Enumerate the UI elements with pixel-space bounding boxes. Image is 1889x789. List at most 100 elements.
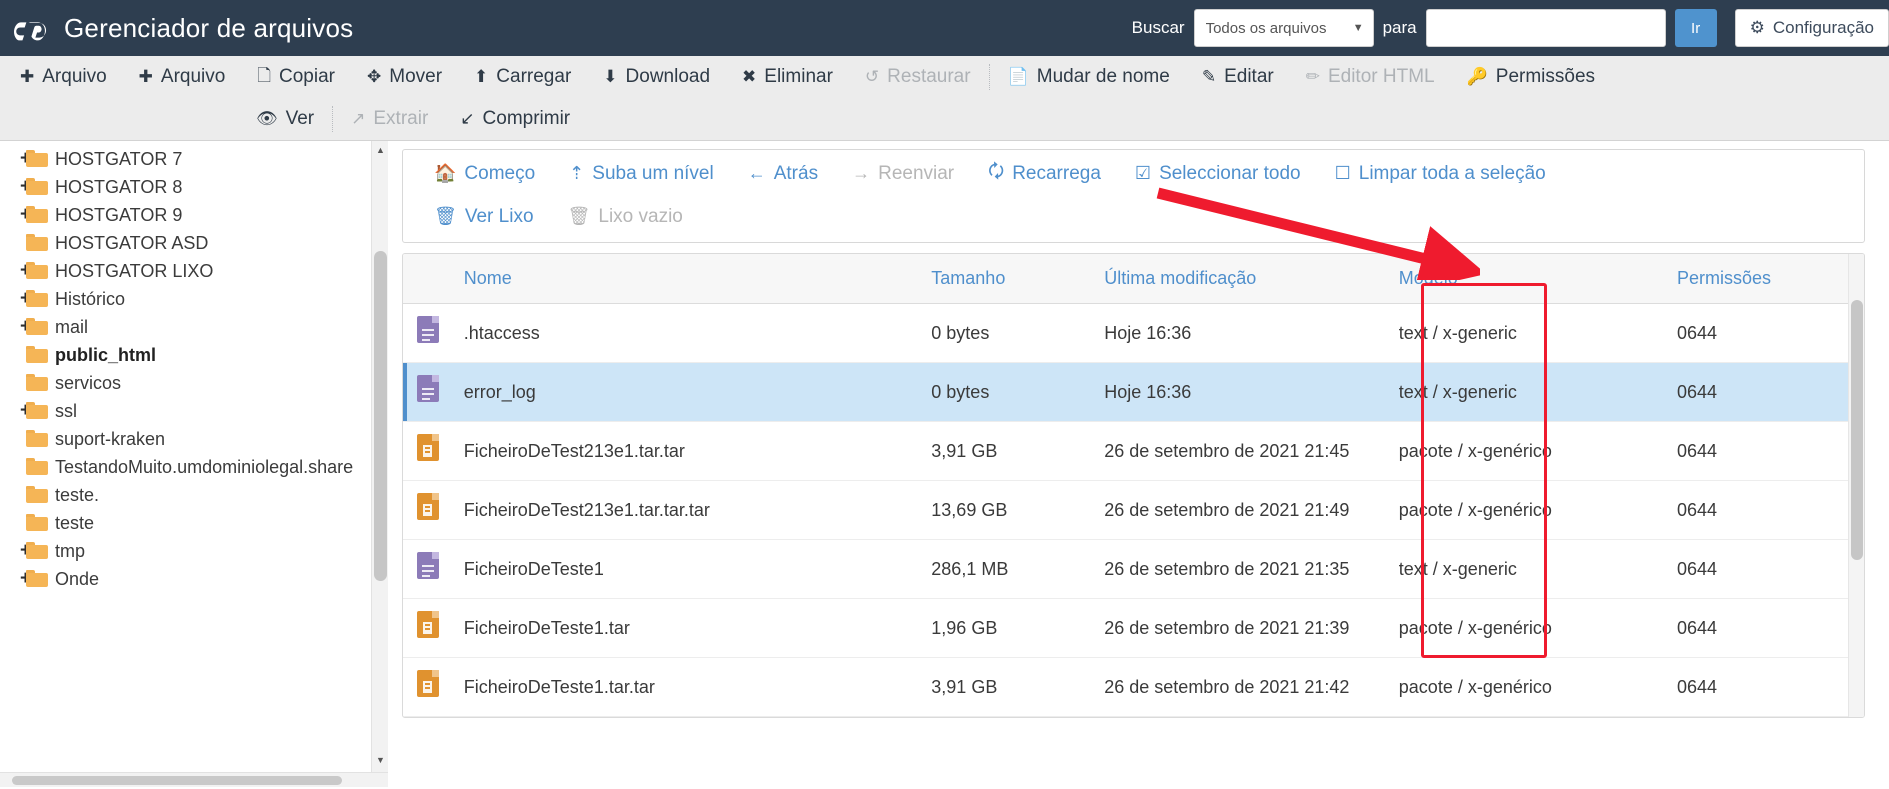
sidebar-item-suport-kraken[interactable]: + suport-kraken — [0, 425, 388, 453]
toolbar-delete-button[interactable]: ✖ Eliminar — [726, 56, 849, 98]
col-permissions-header[interactable]: Permissões — [1676, 254, 1864, 304]
row-permissions[interactable]: 0644 — [1676, 421, 1864, 481]
search-for-label: para — [1382, 18, 1417, 37]
row-permissions[interactable]: 0644 — [1676, 657, 1864, 717]
toolbar-rename-button[interactable]: 📄 Mudar de nome — [992, 56, 1186, 98]
expand-plus-icon[interactable]: + — [0, 175, 31, 199]
row-permissions[interactable]: 0644 — [1676, 362, 1864, 422]
expand-plus-icon[interactable]: + — [0, 259, 31, 283]
sidebar-item-testandomuito[interactable]: + TestandoMuito.umdominiolegal.share — [0, 453, 388, 481]
folder-icon — [26, 486, 48, 503]
sidebar-item-tmp[interactable]: + tmp — [0, 537, 388, 565]
expand-plus-icon[interactable]: + — [0, 399, 31, 423]
scroll-up-icon[interactable]: ▲ — [372, 141, 388, 158]
toolbar-new-file-button[interactable]: ✚ Arquivo — [4, 56, 123, 98]
nav-home-button[interactable]: 🏠 Começo — [417, 163, 552, 185]
toolbar-download-button[interactable]: ⬇ Download — [587, 56, 726, 98]
folder-icon — [26, 234, 48, 251]
toolbar-move-button[interactable]: ✥ Mover — [351, 56, 458, 98]
sidebar-item-mail[interactable]: + mail — [0, 313, 388, 341]
table-row[interactable]: FicheiroDeTest213e1.tar.tar 3,91 GB 26 d… — [403, 421, 1864, 481]
row-name[interactable]: FicheiroDeTest213e1.tar.tar.tar — [463, 480, 932, 540]
sidebar-item-public-html[interactable]: + public_html — [0, 341, 388, 369]
scroll-down-icon[interactable]: ▼ — [372, 751, 388, 768]
sidebar-scroll-thumb[interactable] — [374, 251, 387, 581]
row-name[interactable]: FicheiroDeTeste1 — [463, 539, 932, 599]
toolbar-copy-button[interactable]: 🗋 Copiar — [241, 56, 351, 98]
toolbar-view-button[interactable]: 👁 Ver — [240, 98, 330, 140]
sidebar-item-hostgator-asd[interactable]: + HOSTGATOR ASD — [0, 229, 388, 257]
toolbar-item-label: Arquivo — [160, 66, 226, 87]
cpanel-logo-icon — [14, 22, 47, 41]
main-toolbar: ✚ Arquivo ✚ Arquivo 🗋 Copiar ✥ Mover ⬆ C… — [0, 56, 1889, 141]
row-permissions[interactable]: 0644 — [1676, 598, 1864, 658]
sidebar-item-hostgator-7[interactable]: + HOSTGATOR 7 — [0, 145, 388, 173]
toolbar-compress-button[interactable]: ↙ Comprimir — [444, 98, 586, 140]
sidebar-item-hostgator-8[interactable]: + HOSTGATOR 8 — [0, 173, 388, 201]
row-size: 286,1 MB — [931, 539, 1105, 599]
sidebar-item-servicos[interactable]: + servicos — [0, 369, 388, 397]
expand-plus-icon[interactable]: + — [0, 315, 31, 339]
search-go-button[interactable]: Ir — [1674, 9, 1717, 47]
table-row[interactable]: .htaccess 0 bytes Hoje 16:36 text / x-ge… — [403, 303, 1864, 363]
row-type: pacote / x-genérico — [1398, 657, 1677, 717]
table-vertical-scrollbar[interactable] — [1848, 254, 1864, 717]
row-name[interactable]: FicheiroDeTest213e1.tar.tar — [463, 421, 932, 481]
settings-button[interactable]: ⚙ Configuração — [1734, 9, 1889, 47]
sidebar-item-teste-dot[interactable]: + teste. — [0, 481, 388, 509]
file-icon: 📄 — [1007, 67, 1029, 86]
row-name[interactable]: error_log — [463, 362, 932, 422]
sidebar-hscroll-thumb[interactable] — [12, 776, 342, 785]
col-modified-header[interactable]: Última modificação — [1104, 254, 1399, 304]
row-permissions[interactable]: 0644 — [1676, 303, 1864, 363]
toolbar-upload-button[interactable]: ⬆ Carregar — [458, 56, 587, 98]
row-permissions[interactable]: 0644 — [1676, 480, 1864, 540]
search-scope-select[interactable]: Todos os arquivos — [1193, 9, 1374, 47]
sidebar-item-hostgator-9[interactable]: + HOSTGATOR 9 — [0, 201, 388, 229]
nav-forward-button: → Reenviar — [835, 163, 971, 185]
col-type-header[interactable]: Modelo — [1398, 254, 1677, 304]
search-input[interactable] — [1425, 9, 1666, 47]
row-name[interactable]: .htaccess — [463, 303, 932, 363]
toolbar-edit-button[interactable]: ✎ Editar — [1186, 56, 1290, 98]
sidebar-item-hostgator-lixo[interactable]: + HOSTGATOR LIXO — [0, 257, 388, 285]
expand-plus-icon[interactable]: + — [0, 287, 31, 311]
sidebar-item-historico[interactable]: + Histórico — [0, 285, 388, 313]
col-name-header[interactable]: Nome — [463, 254, 932, 304]
row-size: 13,69 GB — [931, 480, 1105, 540]
sidebar-item-onde[interactable]: + Onde — [0, 565, 388, 593]
toolbar-item-label: Permissões — [1495, 66, 1596, 87]
expand-plus-icon[interactable]: + — [0, 147, 31, 171]
sidebar-vertical-scrollbar[interactable]: ▲ ▼ — [371, 141, 388, 787]
trash-icon: 🗑 — [434, 206, 457, 226]
sidebar-horizontal-scrollbar[interactable] — [0, 772, 388, 787]
nav-up-one-level-button[interactable]: ⇡ Suba um nível — [552, 163, 731, 185]
row-name[interactable]: FicheiroDeTeste1.tar.tar — [463, 657, 932, 717]
table-row[interactable]: error_log 0 bytes Hoje 16:36 text / x-ge… — [403, 362, 1864, 422]
sidebar-item-teste[interactable]: + teste — [0, 509, 388, 537]
table-row[interactable]: FicheiroDeTest213e1.tar.tar.tar 13,69 GB… — [403, 480, 1864, 540]
toolbar-permissions-button[interactable]: 🔑 Permissões — [1451, 56, 1611, 98]
table-row[interactable]: FicheiroDeTeste1.tar.tar 3,91 GB 26 de s… — [403, 657, 1864, 717]
sidebar-item-label: HOSTGATOR 8 — [55, 177, 183, 197]
table-scroll-thumb[interactable] — [1851, 300, 1863, 560]
toolbar-divider — [332, 106, 334, 132]
table-row[interactable]: FicheiroDeTeste1 286,1 MB 26 de setembro… — [403, 539, 1864, 599]
toolbar-new-folder-button[interactable]: ✚ Arquivo — [123, 56, 242, 98]
nav-back-button[interactable]: ← Atrás — [731, 163, 835, 185]
sidebar-item-ssl[interactable]: + ssl — [0, 397, 388, 425]
col-size-header[interactable]: Tamanho — [931, 254, 1105, 304]
row-permissions[interactable]: 0644 — [1676, 539, 1864, 599]
folder-icon — [26, 374, 48, 391]
toolbar-restore-button: ↺ Restaurar — [849, 56, 987, 98]
nav-clear-selection-button[interactable]: ☐ Limpar toda a seleção — [1318, 163, 1563, 185]
table-row[interactable]: FicheiroDeTeste1.tar 1,96 GB 26 de setem… — [403, 598, 1864, 658]
nav-reload-button[interactable]: 🗘 Recarrega — [971, 159, 1118, 189]
expand-plus-icon[interactable]: + — [0, 203, 31, 227]
expand-plus-icon[interactable]: + — [0, 567, 31, 591]
nav-view-trash-button[interactable]: 🗑 Ver Lixo — [417, 206, 551, 228]
expand-plus-icon[interactable]: + — [0, 539, 31, 563]
nav-select-all-button[interactable]: ☑ Seleccionar todo — [1118, 163, 1318, 185]
toolbar-row-1: ✚ Arquivo ✚ Arquivo 🗋 Copiar ✥ Mover ⬆ C… — [0, 56, 1889, 98]
row-name[interactable]: FicheiroDeTeste1.tar — [463, 598, 932, 658]
